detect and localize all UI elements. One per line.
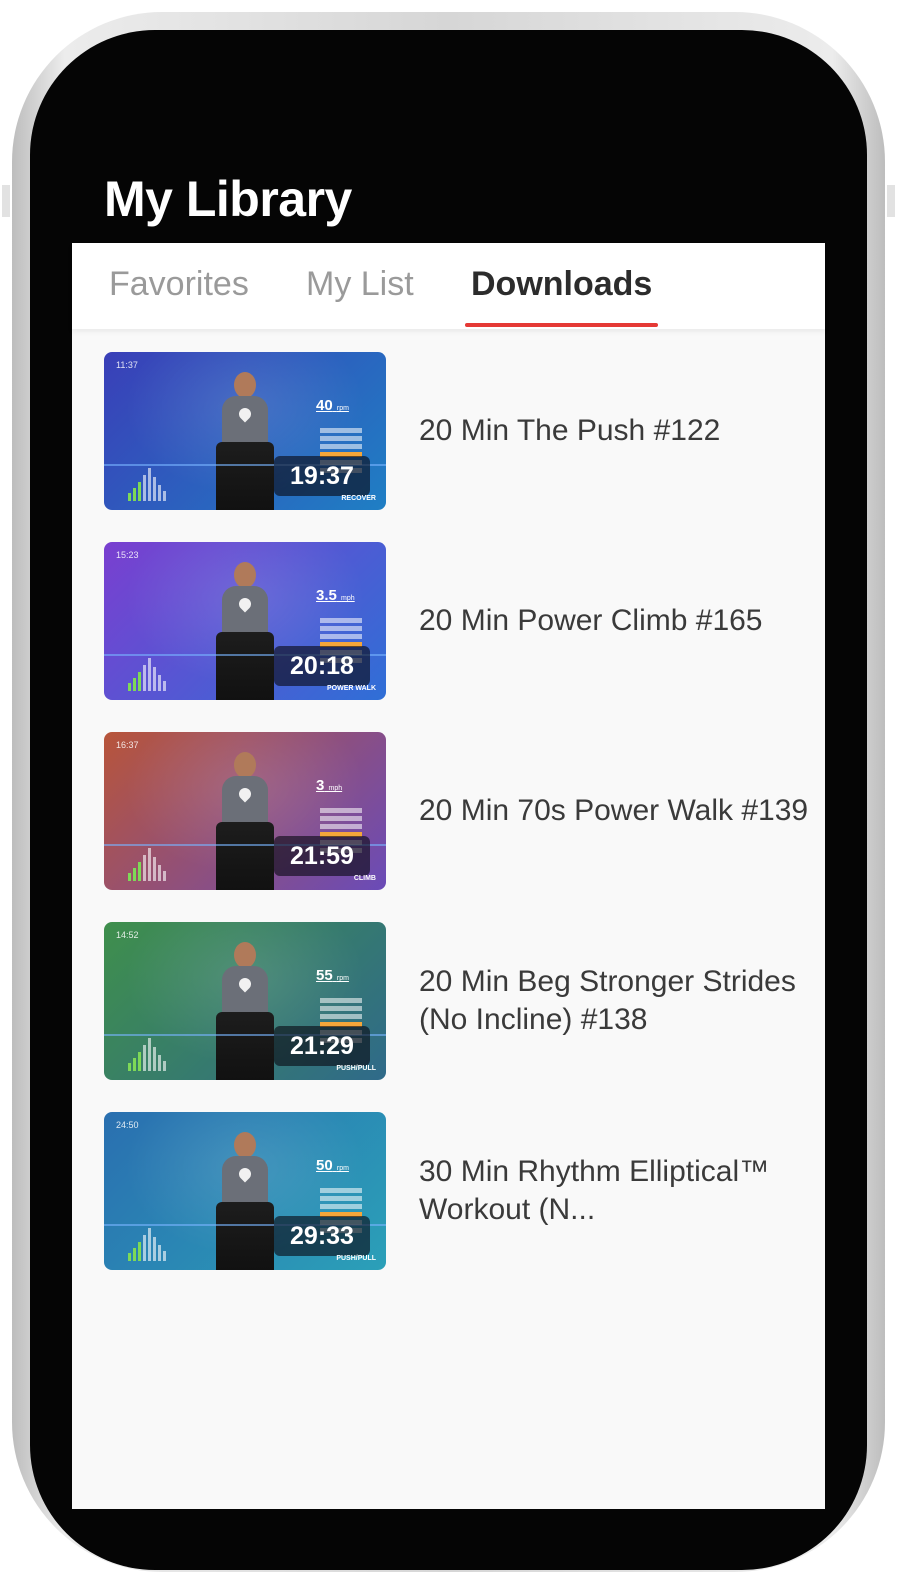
duration-badge: 29:33 — [274, 1216, 370, 1256]
list-item[interactable]: 16:37 3 mph 21:59 CLIMB 20 Min 70s Power… — [104, 732, 808, 890]
tab-favorites[interactable]: Favorites — [109, 265, 249, 304]
metric-readout: 40 rpm — [316, 397, 349, 414]
duration-badge: 21:29 — [274, 1026, 370, 1066]
metric-value: 40 — [316, 397, 333, 414]
instructor-head — [234, 942, 256, 968]
instructor-shirt — [222, 396, 268, 448]
side-button — [2, 185, 10, 217]
thumbnail-clock: 15:23 — [116, 550, 139, 560]
thumbnail-clock: 14:52 — [116, 930, 139, 940]
active-tab-indicator — [465, 323, 658, 327]
tab-bar: Favorites My List Downloads — [72, 243, 825, 329]
metric-unit: mph — [341, 595, 355, 602]
thumbnail-clock: 11:37 — [116, 360, 138, 370]
workout-mode-label: POWER WALK — [327, 685, 376, 692]
intensity-bars-icon — [128, 467, 170, 501]
metric-value: 3 — [316, 777, 325, 794]
machine-graphic — [216, 632, 274, 700]
instructor-shirt — [222, 776, 268, 828]
instructor-head — [234, 1132, 256, 1158]
instructor-shirt — [222, 966, 268, 1018]
duration-badge: 20:18 — [274, 646, 370, 686]
instructor-head — [234, 372, 256, 398]
list-item[interactable]: 24:50 50 rpm 29:33 PUSH/PULL 30 Min Rhyt… — [104, 1112, 804, 1270]
workout-mode-label: PUSH/PULL — [336, 1255, 376, 1262]
workout-title: 20 Min 70s Power Walk #139 — [419, 794, 809, 827]
list-item[interactable]: 14:52 55 rpm 21:29 PUSH/PULL 20 Min Beg … — [104, 922, 804, 1080]
metric-readout: 50 rpm — [316, 1157, 349, 1174]
instructor-shirt — [222, 1156, 268, 1208]
instructor-head — [234, 562, 256, 588]
workout-thumbnail: 24:50 50 rpm 29:33 PUSH/PULL — [104, 1112, 386, 1270]
metric-unit: rpm — [336, 975, 349, 982]
metric-value: 50 — [316, 1157, 333, 1174]
metric-readout: 3 mph — [316, 777, 342, 794]
metric-unit: rpm — [336, 405, 349, 412]
thumbnail-clock: 24:50 — [116, 1120, 139, 1130]
machine-graphic — [216, 822, 274, 890]
workout-thumbnail: 14:52 55 rpm 21:29 PUSH/PULL — [104, 922, 386, 1080]
list-item[interactable]: 15:23 3.5 mph 20:18 POWER WALK 20 Min Po… — [104, 542, 804, 700]
metric-readout: 3.5 mph — [316, 587, 355, 604]
workout-mode-label: PUSH/PULL — [336, 1065, 376, 1072]
metric-unit: mph — [328, 785, 343, 792]
workout-title: 20 Min Beg Stronger Strides (No Incline)… — [419, 965, 796, 1036]
intensity-bars-icon — [128, 1037, 170, 1071]
thumbnail-clock: 16:37 — [116, 740, 139, 750]
metric-readout: 55 rpm — [316, 967, 349, 984]
instructor-shirt — [222, 586, 268, 638]
duration-badge: 21:59 — [274, 836, 370, 876]
machine-graphic — [216, 1202, 274, 1270]
workout-mode-label: CLIMB — [353, 875, 376, 882]
workout-title: 30 Min Rhythm Elliptical™ Workout (N... — [419, 1155, 770, 1226]
intensity-bars-icon — [128, 847, 170, 881]
workout-title: 20 Min The Push #122 — [419, 414, 721, 447]
tab-downloads[interactable]: Downloads — [471, 265, 652, 304]
metric-value: 3.5 — [316, 587, 337, 604]
side-button — [887, 185, 895, 217]
instructor-head — [234, 752, 256, 778]
machine-graphic — [216, 442, 274, 510]
intensity-bars-icon — [128, 657, 170, 691]
workout-thumbnail: 15:23 3.5 mph 20:18 POWER WALK — [104, 542, 386, 700]
workout-thumbnail: 11:37 40 rpm 19:37 RECOVER — [104, 352, 386, 510]
metric-value: 55 — [316, 967, 333, 984]
workout-mode-label: RECOVER — [341, 495, 376, 502]
workout-title: 20 Min Power Climb #165 — [419, 604, 763, 637]
workout-thumbnail: 16:37 3 mph 21:59 CLIMB — [104, 732, 386, 890]
machine-graphic — [216, 1012, 274, 1080]
duration-badge: 19:37 — [274, 456, 370, 496]
list-item[interactable]: 11:37 40 rpm 19:37 RECOVER 20 Min The Pu… — [104, 352, 804, 510]
metric-unit: rpm — [336, 1165, 349, 1172]
library-screen: Favorites My List Downloads 11:37 40 rpm — [72, 243, 825, 1509]
intensity-bars-icon — [128, 1227, 170, 1261]
tab-my-list[interactable]: My List — [306, 265, 414, 304]
page-title: My Library — [104, 171, 352, 227]
